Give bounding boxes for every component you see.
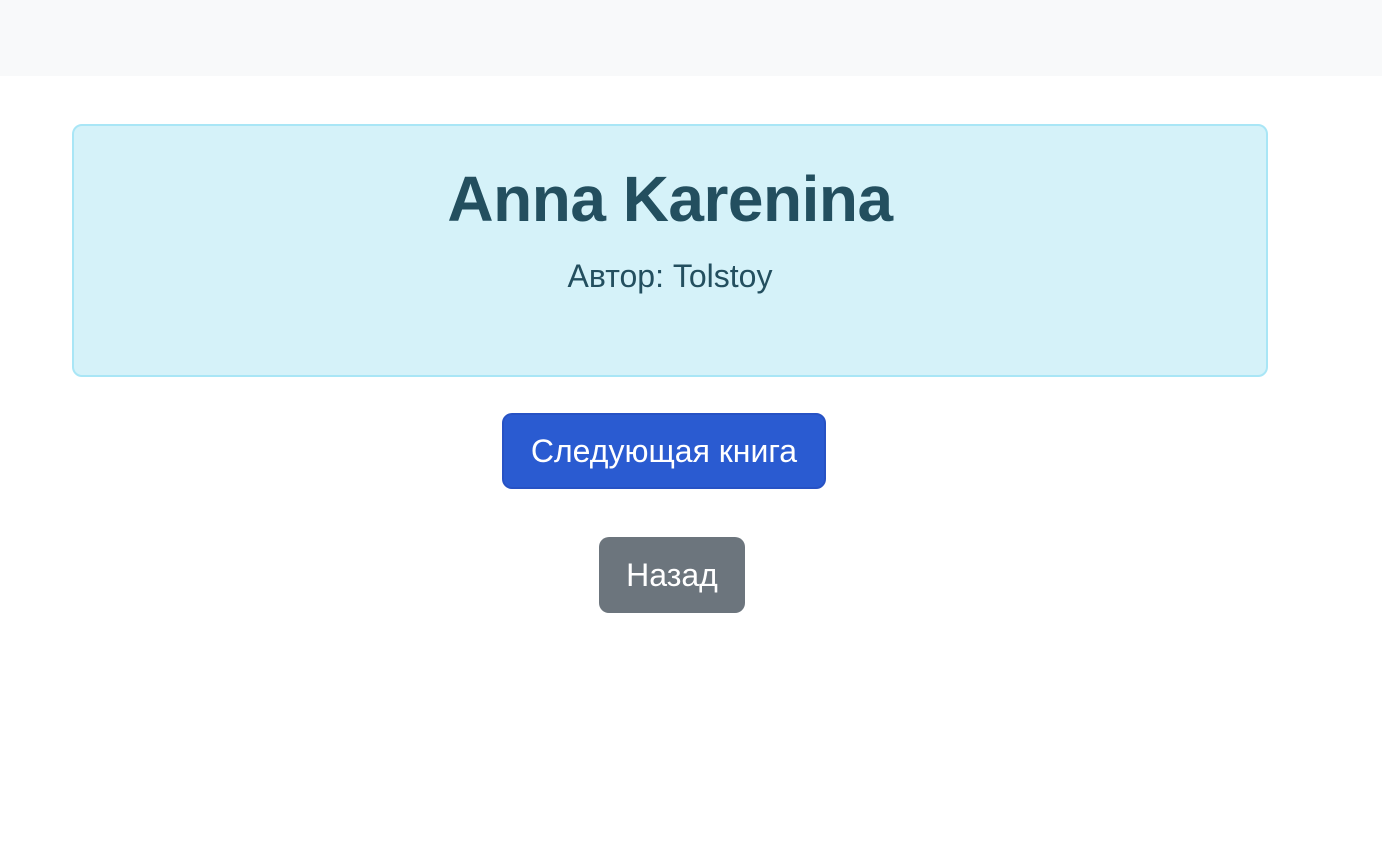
author-name: Tolstoy <box>672 258 773 294</box>
top-navbar <box>0 0 1382 76</box>
next-book-button[interactable]: Следующая книга <box>502 413 826 489</box>
back-button[interactable]: Назад <box>599 537 745 613</box>
book-info-card: Anna Karenina Автор: Tolstoy <box>72 124 1268 377</box>
author-label: Автор: <box>567 258 664 294</box>
book-author-line: Автор: Tolstoy <box>74 256 1266 296</box>
book-title: Anna Karenina <box>447 163 893 235</box>
